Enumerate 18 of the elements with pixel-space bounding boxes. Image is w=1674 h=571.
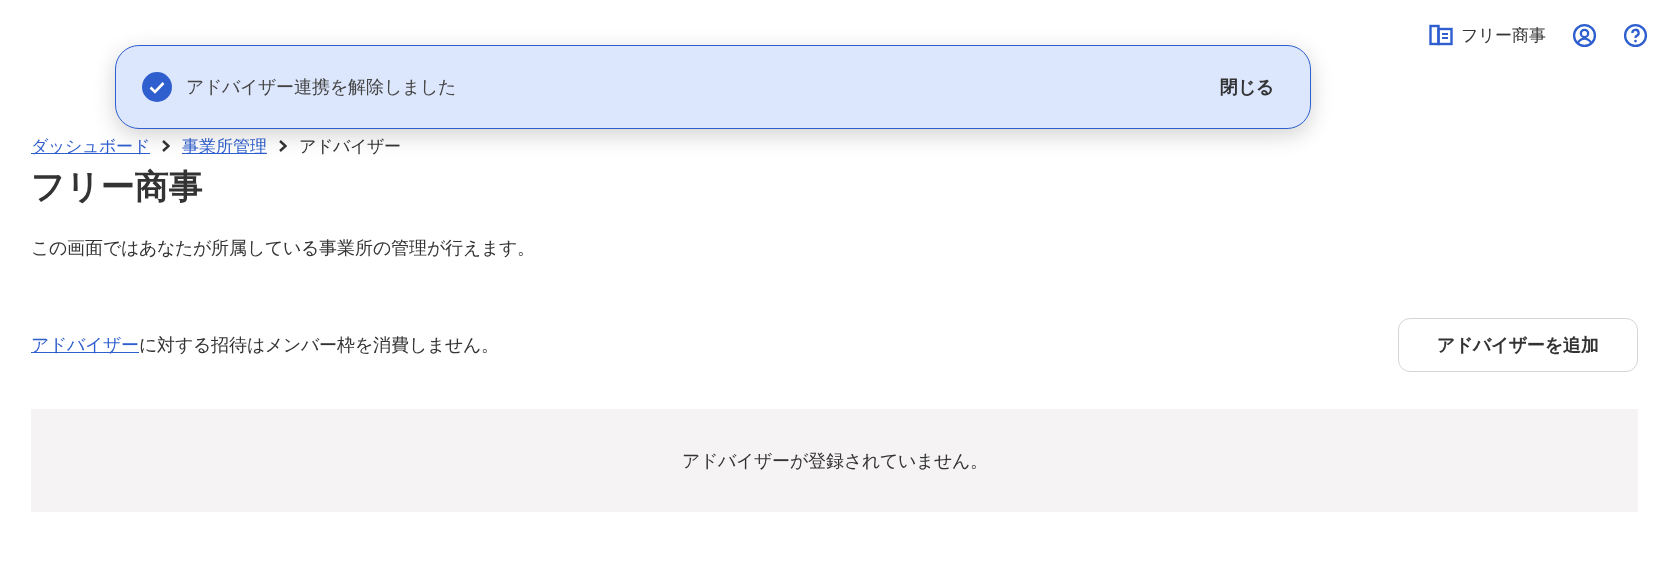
breadcrumb-link[interactable]: 事業所管理 (182, 134, 267, 158)
breadcrumb-current: アドバイザー (299, 134, 401, 158)
account-icon[interactable] (1572, 22, 1597, 48)
page-title: フリー商事 (31, 165, 204, 208)
empty-message: アドバイザーが登録されていません。 (681, 448, 988, 473)
description-text: この画面ではあなたが所属している事業所の管理が行えます。 (31, 236, 536, 260)
advisor-link[interactable]: アドバイザー (31, 334, 139, 355)
breadcrumb-link[interactable]: ダッシュボード (31, 134, 150, 158)
help-icon[interactable] (1623, 22, 1648, 48)
add-advisor-button[interactable]: アドバイザーを追加 (1398, 318, 1638, 372)
chevron-icon (279, 140, 287, 152)
close-button[interactable]: 閉じる (1220, 69, 1274, 105)
notice-text: アドバイザーに対する招待はメンバー枠を消費しません。 (31, 333, 499, 357)
chevron-icon (162, 140, 170, 152)
building-icon (1429, 24, 1453, 46)
toast-message: アドバイザー連携を解除しました (186, 75, 457, 99)
check-icon (142, 72, 172, 102)
office-name[interactable]: フリー商事 (1461, 23, 1546, 47)
